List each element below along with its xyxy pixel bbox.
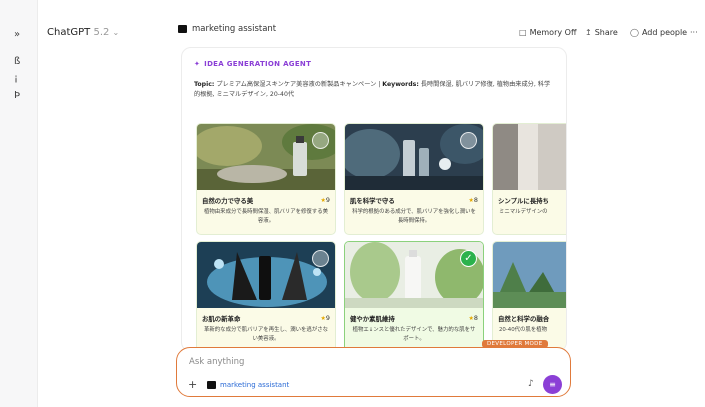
idea-card[interactable]: ✓ 健やか素肌維持 ★8 植物エ↓ンスと優れたデザインで、魅力的な肌をサポート。: [344, 241, 484, 351]
agent-output-card: ✦ IDEA GENERATION AGENT Topic: プレミアム高保湿ス…: [181, 47, 567, 352]
microphone-icon[interactable]: ♪: [528, 379, 534, 389]
more-icon: ···: [690, 28, 698, 37]
share-label: Share: [594, 28, 618, 37]
project-name: marketing assistant: [192, 24, 277, 34]
model-name: ChatGPT: [47, 27, 91, 38]
idea-grid: 自然の力で守る美 ★9 植物由来成分で長時間保湿、肌バリアを修復する美容液。 肌…: [194, 121, 566, 351]
share-button[interactable]: ↥ Share: [585, 28, 618, 37]
project-icon: [178, 25, 187, 33]
idea-card[interactable]: 自然と科学の融合 20-40代の肌を植物: [492, 241, 566, 351]
left-rail: » ß ¡ Þ: [0, 0, 38, 407]
topic-value: プレミアム高保湿スキンケア美容液の新製品キャンペーン: [216, 81, 377, 88]
project-chip[interactable]: marketing assistant: [207, 381, 289, 389]
plus-icon[interactable]: +: [188, 378, 197, 391]
idea-card[interactable]: シンプルに長持ち ミニマルデザインの: [492, 123, 566, 235]
library-icon[interactable]: Þ: [14, 90, 20, 102]
idea-image: [493, 242, 566, 308]
idea-description: 革新的な成分で肌バリアを再生し、潤いを逃がさない美容液。: [204, 327, 328, 342]
topic-text: Topic: プレミアム高保湿スキンケア美容液の新製品キャンペーン | Keyw…: [194, 80, 554, 100]
idea-title: お肌の新革命: [202, 315, 241, 323]
idea-card[interactable]: 自然の力で守る美 ★9 植物由来成分で長時間保湿、肌バリアを修復する美容液。: [196, 123, 336, 235]
message-input[interactable]: Ask anything: [189, 357, 244, 367]
select-idea-toggle[interactable]: [312, 250, 329, 267]
sparkle-icon: ✦: [194, 60, 201, 68]
memory-label: Memory Off: [529, 28, 577, 37]
agent-header: ✦ IDEA GENERATION AGENT: [194, 60, 311, 68]
idea-card[interactable]: 肌を科学で守る ★8 科学的根拠のある成分で、肌バリアを強化し潤いを長時間保持。: [344, 123, 484, 235]
idea-title: シンプルに長持ち: [498, 197, 549, 205]
idea-title: 自然の力で守る美: [202, 197, 254, 205]
add-people-button[interactable]: ◯ Add people: [630, 28, 687, 37]
person-add-icon: ◯: [630, 28, 639, 37]
idea-score: ★9: [320, 196, 330, 204]
idea-description: 科学的根拠のある成分で、肌バリアを強化し潤いを長時間保持。: [352, 209, 476, 224]
more-options-button[interactable]: ···: [690, 28, 698, 37]
agent-title: IDEA GENERATION AGENT: [204, 60, 312, 68]
keywords-label: Keywords:: [382, 81, 419, 88]
add-people-label: Add people: [641, 28, 688, 37]
idea-title: 健やか素肌維持: [350, 315, 395, 323]
message-composer[interactable]: Ask anything + marketing assistant ♪ ≡: [176, 347, 571, 397]
voice-mode-button[interactable]: ≡: [543, 375, 562, 394]
idea-title: 肌を科学で守る: [350, 197, 395, 205]
chevron-down-icon: ⌄: [112, 28, 120, 37]
idea-score: ★8: [468, 314, 478, 322]
topic-label: Topic:: [194, 81, 215, 88]
sidebar-toggle-icon[interactable]: »: [14, 29, 20, 41]
project-breadcrumb[interactable]: marketing assistant: [178, 24, 276, 34]
idea-description: 植物エ↓ンスと優れたデザインで、魅力的な肌をサポート。: [352, 327, 476, 342]
idea-description: 20-40代の肌を植物: [499, 327, 548, 333]
idea-title: 自然と科学の融合: [498, 315, 550, 323]
idea-image: [493, 124, 566, 190]
search-icon[interactable]: ¡: [14, 73, 18, 85]
share-icon: ↥: [585, 28, 592, 37]
select-idea-toggle[interactable]: [460, 132, 477, 149]
idea-score: ★9: [320, 314, 330, 322]
check-icon[interactable]: ✓: [460, 250, 477, 267]
project-icon: [207, 381, 216, 389]
memory-icon: □: [519, 28, 527, 37]
memory-button[interactable]: □ Memory Off: [519, 28, 576, 37]
new-chat-icon[interactable]: ß: [14, 56, 20, 68]
select-idea-toggle[interactable]: [312, 132, 329, 149]
model-selector[interactable]: ChatGPT 5.2 ⌄: [47, 27, 119, 38]
idea-description: 植物由来成分で長時間保湿、肌バリアを修復する美容液。: [204, 209, 328, 224]
idea-card[interactable]: お肌の新革命 ★9 革新的な成分で肌バリアを再生し、潤いを逃がさない美容液。: [196, 241, 336, 351]
topic-separator: |: [378, 81, 381, 88]
idea-description: ミニマルデザインの: [499, 209, 548, 215]
model-version: 5.2: [93, 27, 110, 38]
idea-score: ★8: [468, 196, 478, 204]
project-chip-label: marketing assistant: [220, 381, 290, 389]
